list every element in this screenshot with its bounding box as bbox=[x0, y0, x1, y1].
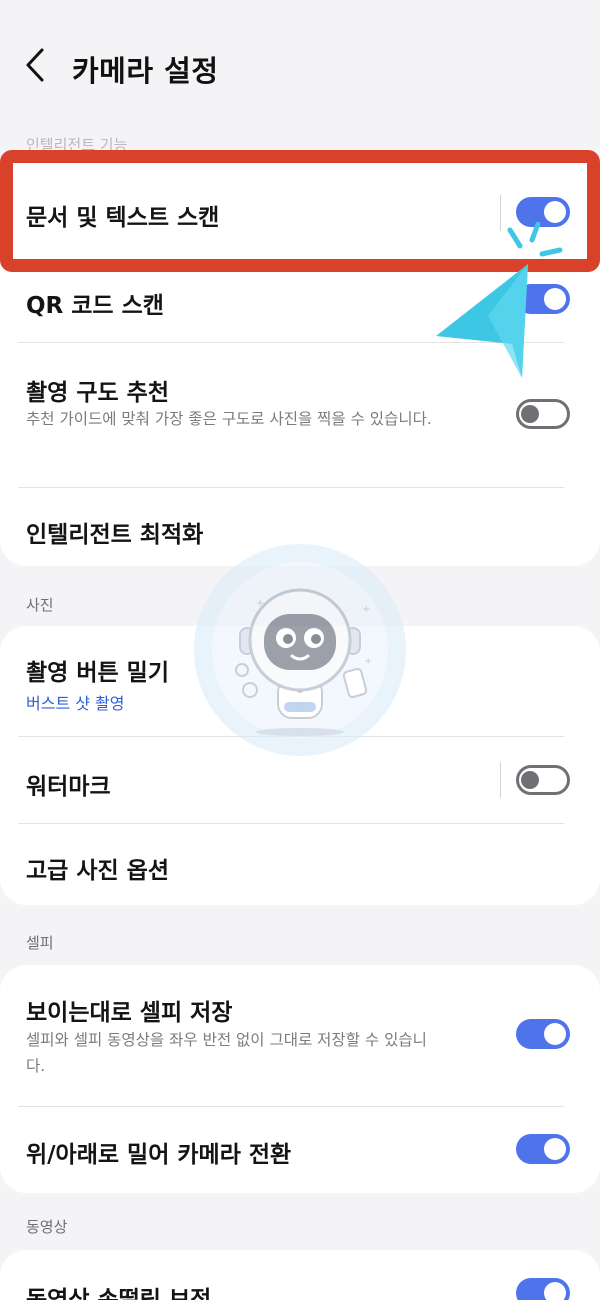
selfie-settings-card: 보이는대로 셀피 저장 셀피와 셀피 동영상을 좌우 반전 없이 그대로 저장할… bbox=[0, 965, 600, 1193]
shot-suggestions-title: 촬영 구도 추천 bbox=[26, 380, 169, 406]
section-label-photo: 사진 bbox=[26, 596, 54, 614]
qr-scan-title: QR 코드 스캔 bbox=[26, 293, 164, 319]
advanced-photo-title: 고급 사진 옵션 bbox=[26, 858, 169, 884]
video-settings-card: 동영상 손떨림 보정 bbox=[0, 1250, 600, 1300]
cursor-pointer-icon bbox=[436, 222, 563, 378]
setting-row-swipe-switch-camera[interactable]: 위/아래로 밀어 카메라 전환 bbox=[0, 1107, 600, 1193]
row-divider-vertical bbox=[500, 762, 501, 798]
video-stabilization-toggle[interactable] bbox=[516, 1278, 570, 1300]
setting-row-advanced-photo[interactable]: 고급 사진 옵션 bbox=[0, 824, 600, 905]
svg-text:+: + bbox=[362, 604, 370, 615]
chevron-left-icon bbox=[26, 48, 44, 82]
swipe-switch-camera-title: 위/아래로 밀어 카메라 전환 bbox=[26, 1142, 292, 1168]
document-scan-title: 문서 및 텍스트 스캔 bbox=[26, 205, 220, 231]
svg-text:+: + bbox=[364, 656, 372, 667]
video-stabilization-title: 동영상 손떨림 보정 bbox=[26, 1287, 212, 1300]
setting-row-video-stabilization[interactable]: 동영상 손떨림 보정 bbox=[0, 1250, 600, 1300]
swipe-switch-camera-toggle[interactable] bbox=[516, 1134, 570, 1164]
camera-settings-screen: { "header": { "title": "카메라 설정" }, "sect… bbox=[0, 0, 600, 1300]
shot-suggestions-description: 추천 가이드에 맞춰 가장 좋은 구도로 사진을 찍을 수 있습니다. bbox=[26, 410, 432, 428]
back-button[interactable] bbox=[18, 42, 58, 88]
watermark-title: 워터마크 bbox=[26, 774, 111, 800]
top-app-bar: 카메라 설정 bbox=[0, 30, 600, 102]
section-label-selfie: 셀피 bbox=[26, 934, 54, 952]
svg-text:+: + bbox=[256, 598, 264, 609]
watermark-toggle[interactable] bbox=[516, 765, 570, 795]
save-selfie-toggle[interactable] bbox=[516, 1019, 570, 1049]
section-label-video: 동영상 bbox=[26, 1218, 68, 1236]
intelligent-optimize-title: 인텔리전트 최적화 bbox=[26, 522, 204, 548]
setting-row-save-selfie[interactable]: 보이는대로 셀피 저장 셀피와 셀피 동영상을 좌우 반전 없이 그대로 저장할… bbox=[0, 965, 600, 1106]
shot-suggestions-toggle[interactable] bbox=[516, 399, 570, 429]
page-title: 카메라 설정 bbox=[72, 54, 219, 88]
swipe-shutter-subtitle: 버스트 샷 촬영 bbox=[26, 694, 125, 713]
swipe-shutter-title: 촬영 버튼 밀기 bbox=[26, 660, 169, 686]
save-selfie-title: 보이는대로 셀피 저장 bbox=[26, 1000, 233, 1026]
section-label-intelligent: 인텔리전트 기능 bbox=[26, 136, 128, 154]
save-selfie-description: 셀피와 셀피 동영상을 좌우 반전 없이 그대로 저장할 수 있습니다. bbox=[26, 1031, 427, 1075]
robot-mascot-watermark: + + + bbox=[194, 544, 406, 756]
